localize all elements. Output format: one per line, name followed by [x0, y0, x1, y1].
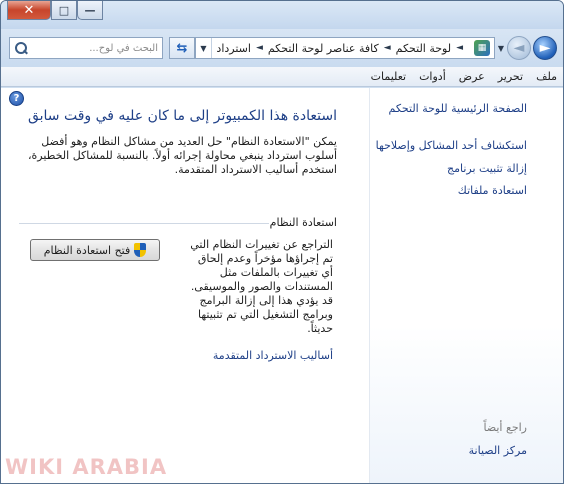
menu-view[interactable]: عرض [459, 70, 485, 83]
control-panel-window: ✕ □ — ▼ ◄ ► ▦ ◄ لوحة التحكم ◄ كافة عناصر… [0, 0, 564, 484]
window-buttons: ✕ □ — [7, 1, 103, 21]
menu-tools[interactable]: أدوات [419, 70, 446, 83]
help-icon[interactable]: ? [9, 91, 24, 106]
nav-buttons: ▼ ◄ ► [495, 35, 557, 61]
control-panel-icon: ▦ [474, 40, 490, 56]
watermark-logo: WIKI ARABIA [5, 455, 168, 479]
recent-pages-dropdown[interactable]: ▼ [495, 44, 507, 53]
system-restore-description: التراجع عن تغييرات النظام التي تم إجراؤه… [190, 238, 333, 335]
forward-button[interactable]: ► [533, 36, 557, 60]
search-input[interactable]: البحث في لوح... [89, 43, 158, 54]
menu-bar: ملف تحرير عرض أدوات تعليمات [1, 67, 563, 87]
back-button[interactable]: ◄ [507, 36, 531, 60]
address-bar[interactable]: ▦ ◄ لوحة التحكم ◄ كافة عناصر لوحة التحكم… [195, 37, 495, 59]
sidebar-link-troubleshoot[interactable]: استكشاف أحد المشاكل وإصلاحها [376, 139, 527, 152]
back-arrow-icon: ◄ [513, 40, 525, 56]
sidebar-link-action-center[interactable]: مركز الصيانة [469, 444, 527, 457]
search-box[interactable]: البحث في لوح... [9, 37, 163, 59]
breadcrumb-control-panel[interactable]: لوحة التحكم [396, 42, 451, 55]
section-divider [19, 223, 269, 224]
sidebar-link-control-panel-home[interactable]: الصفحة الرئيسية للوحة التحكم [389, 102, 527, 115]
breadcrumb-recovery[interactable]: استرداد [216, 42, 251, 55]
open-system-restore-button[interactable]: فتح استعادة النظام [30, 239, 160, 261]
navigation-bar: ▼ ◄ ► ▦ ◄ لوحة التحكم ◄ كافة عناصر لوحة … [1, 29, 563, 67]
close-button[interactable]: ✕ [7, 1, 51, 20]
page-title: استعادة هذا الكمبيوتر إلى ما كان عليه في… [27, 108, 337, 124]
breadcrumb-all-items[interactable]: كافة عناصر لوحة التحكم [268, 42, 379, 55]
menu-edit[interactable]: تحرير [498, 70, 523, 83]
sidebar: الصفحة الرئيسية للوحة التحكم استكشاف أحد… [369, 88, 563, 483]
open-system-restore-label: فتح استعادة النظام [43, 243, 131, 257]
system-restore-heading: استعادة النظام [269, 216, 337, 229]
sidebar-link-uninstall-program[interactable]: إزالة تثبيت برنامج [447, 162, 527, 175]
address-dropdown[interactable]: ▼ [196, 38, 212, 58]
see-also-heading: راجع أيضاً [483, 421, 527, 434]
menu-file[interactable]: ملف [536, 70, 557, 83]
uac-shield-icon [134, 243, 147, 257]
advanced-recovery-link[interactable]: أساليب الاسترداد المتقدمة [213, 349, 333, 362]
maximize-button[interactable]: □ [51, 1, 77, 20]
breadcrumb-separator[interactable]: ◄ [256, 43, 263, 53]
search-icon[interactable] [14, 41, 28, 55]
breadcrumb-separator[interactable]: ◄ [456, 43, 463, 53]
breadcrumb-separator[interactable]: ◄ [384, 43, 391, 53]
page-description: يمكن "الاستعادة النظام" حل العديد من مشا… [27, 135, 337, 176]
main-panel: ? استعادة هذا الكمبيوتر إلى ما كان عليه … [1, 88, 369, 483]
refresh-icon: ⇆ [176, 40, 188, 56]
minimize-button[interactable]: — [77, 1, 103, 20]
title-bar[interactable]: ✕ □ — [1, 1, 563, 29]
forward-arrow-icon: ► [539, 40, 551, 56]
sidebar-link-restore-files[interactable]: استعادة ملفاتك [458, 184, 527, 197]
refresh-button[interactable]: ⇆ [169, 37, 195, 59]
menu-help[interactable]: تعليمات [371, 70, 406, 83]
content-area: الصفحة الرئيسية للوحة التحكم استكشاف أحد… [1, 88, 563, 483]
